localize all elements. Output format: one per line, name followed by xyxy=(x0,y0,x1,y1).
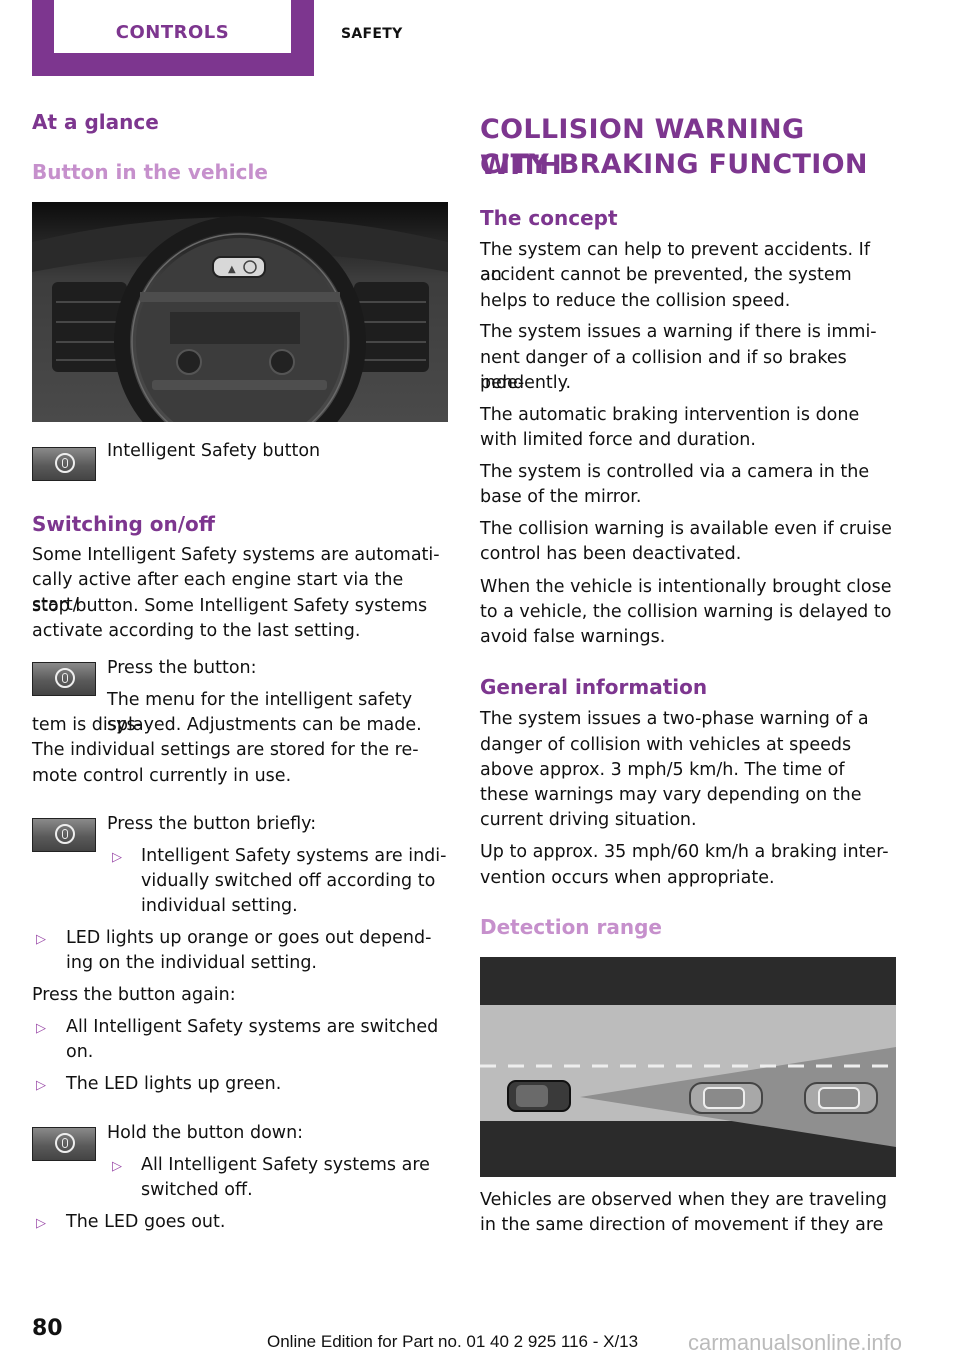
bullet-text: All Intelligent Safety systems are xyxy=(141,1155,430,1175)
watermark: carmanualsonline.info xyxy=(688,1330,903,1355)
intelligent-safety-button-icon xyxy=(32,447,96,481)
page-number: 80 xyxy=(32,1316,63,1341)
bullet-text: individual setting. xyxy=(141,896,298,916)
bullet-text: switched off. xyxy=(141,1180,253,1200)
hold-down-text: Hold the button down: xyxy=(107,1123,304,1143)
concept-line: control has been deactivated. xyxy=(480,544,742,564)
detection-range-heading: Detection range xyxy=(480,915,662,939)
switching-line: stop button. Some Intelligent Safety sys… xyxy=(32,596,428,616)
edition-footer: Online Edition for Part no. 01 40 2 925 … xyxy=(267,1332,639,1351)
chapter-tab-label: CONTROLS xyxy=(115,22,230,43)
triangle-bullet-icon: ▷ xyxy=(112,850,122,865)
concept-line: When the vehicle is intentionally brough… xyxy=(480,577,892,597)
concept-heading: The concept xyxy=(480,206,618,230)
concept-line: The automatic braking intervention is do… xyxy=(480,405,860,425)
press-button-desc: tem is displayed. Adjustments can be mad… xyxy=(32,715,422,735)
bullet-text: Intelligent Safety systems are indi- xyxy=(141,846,447,866)
detection-range-illustration xyxy=(480,957,896,1177)
button-caption: Intelligent Safety button xyxy=(107,441,321,461)
concept-line: The system issues a warning if there is … xyxy=(480,322,877,342)
general-line: Up to approx. 35 mph/60 km/h a braking i… xyxy=(480,842,889,862)
bullet-text: All Intelligent Safety systems are switc… xyxy=(66,1017,439,1037)
triangle-bullet-icon: ▷ xyxy=(112,1159,122,1174)
general-line: danger of collision with vehicles at spe… xyxy=(480,735,852,755)
detection-line: in the same direction of movement if the… xyxy=(480,1215,884,1235)
triangle-bullet-icon: ▷ xyxy=(36,1216,46,1231)
concept-line: accident cannot be prevented, the system xyxy=(480,265,852,285)
general-info-heading: General information xyxy=(480,675,708,699)
switching-line: activate according to the last setting. xyxy=(32,621,361,641)
concept-line: avoid false warnings. xyxy=(480,627,666,647)
at-a-glance-heading: At a glance xyxy=(32,110,159,134)
triangle-bullet-icon: ▷ xyxy=(36,1021,46,1036)
svg-text:▲: ▲ xyxy=(228,264,236,275)
bullet-text: on. xyxy=(66,1042,94,1062)
chapter-title-line: CITY BRAKING FUNCTION xyxy=(480,149,868,180)
bullet-text: The LED goes out. xyxy=(66,1212,226,1232)
press-button-text: Press the button: xyxy=(107,658,257,678)
dashboard-image: ▲ xyxy=(32,202,448,422)
general-line: above approx. 3 mph/5 km/h. The time of xyxy=(480,760,845,780)
triangle-bullet-icon: ▷ xyxy=(36,932,46,947)
switching-line: Some Intelligent Safety systems are auto… xyxy=(32,545,440,565)
chapter-tab-controls: CONTROLS xyxy=(32,0,314,76)
concept-line: to a vehicle, the collision warning is d… xyxy=(480,602,892,622)
concept-line: The collision warning is available even … xyxy=(480,519,892,539)
triangle-bullet-icon: ▷ xyxy=(36,1078,46,1093)
press-button-desc: mote control currently in use. xyxy=(32,766,292,786)
concept-line: base of the mirror. xyxy=(480,487,642,507)
bullet-text: The LED lights up green. xyxy=(66,1074,282,1094)
concept-line: with limited force and duration. xyxy=(480,430,756,450)
detection-range-image xyxy=(480,957,896,1177)
bullet-text: ing on the individual setting. xyxy=(66,953,317,973)
bullet-text: vidually switched off according to xyxy=(141,871,436,891)
intelligent-safety-button-icon xyxy=(32,662,96,696)
dashboard-illustration: ▲ xyxy=(32,202,448,422)
switching-heading: Switching on/off xyxy=(32,512,215,536)
press-button-desc: The individual settings are stored for t… xyxy=(32,740,419,760)
press-briefly-text: Press the button briefly: xyxy=(107,814,317,834)
general-line: these warnings may vary depending on the xyxy=(480,785,862,805)
button-in-vehicle-heading: Button in the vehicle xyxy=(32,160,268,184)
detection-line: Vehicles are observed when they are trav… xyxy=(480,1190,887,1210)
concept-line: pendently. xyxy=(480,373,572,393)
intelligent-safety-button-icon xyxy=(32,1127,96,1161)
general-line: current driving situation. xyxy=(480,810,697,830)
concept-line: helps to reduce the collision speed. xyxy=(480,291,791,311)
section-label: SAFETY xyxy=(341,26,403,42)
concept-line: The system is controlled via a camera in… xyxy=(480,462,870,482)
bullet-text: LED lights up orange or goes out depend- xyxy=(66,928,432,948)
press-again-text: Press the button again: xyxy=(32,985,236,1005)
general-line: vention occurs when appropriate. xyxy=(480,868,775,888)
intelligent-safety-button-icon xyxy=(32,818,96,852)
general-line: The system issues a two-phase warning of… xyxy=(480,709,869,729)
